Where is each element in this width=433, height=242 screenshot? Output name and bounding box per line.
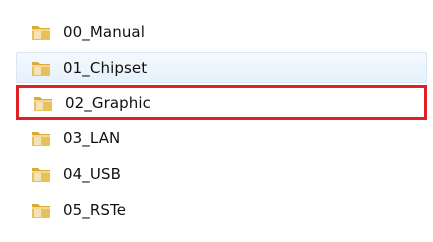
folder-icon: [34, 96, 52, 111]
folder-label: 04_USB: [63, 164, 121, 183]
folder-icon: [32, 25, 50, 40]
folder-icon: [32, 167, 50, 182]
folder-item-00-manual[interactable]: 00_Manual: [18, 16, 427, 47]
folder-label: 05_RSTe: [63, 200, 127, 219]
folder-label: 01_Chipset: [63, 58, 148, 77]
folder-item-04-usb[interactable]: 04_USB: [18, 158, 427, 189]
folder-item-01-chipset[interactable]: 01_Chipset: [16, 52, 427, 83]
folder-icon: [32, 203, 50, 218]
folder-list: 00_Manual 01_Chipset 02_Graphic 03_LAN 0…: [0, 0, 433, 242]
folder-item-05-rste[interactable]: 05_RSTe: [18, 194, 427, 225]
folder-item-02-graphic[interactable]: 02_Graphic: [16, 85, 427, 120]
folder-label: 00_Manual: [63, 22, 145, 41]
folder-icon: [32, 61, 50, 76]
folder-icon: [32, 131, 50, 146]
folder-item-03-lan[interactable]: 03_LAN: [18, 122, 427, 153]
folder-label: 02_Graphic: [65, 93, 152, 112]
folder-label: 03_LAN: [63, 128, 121, 147]
